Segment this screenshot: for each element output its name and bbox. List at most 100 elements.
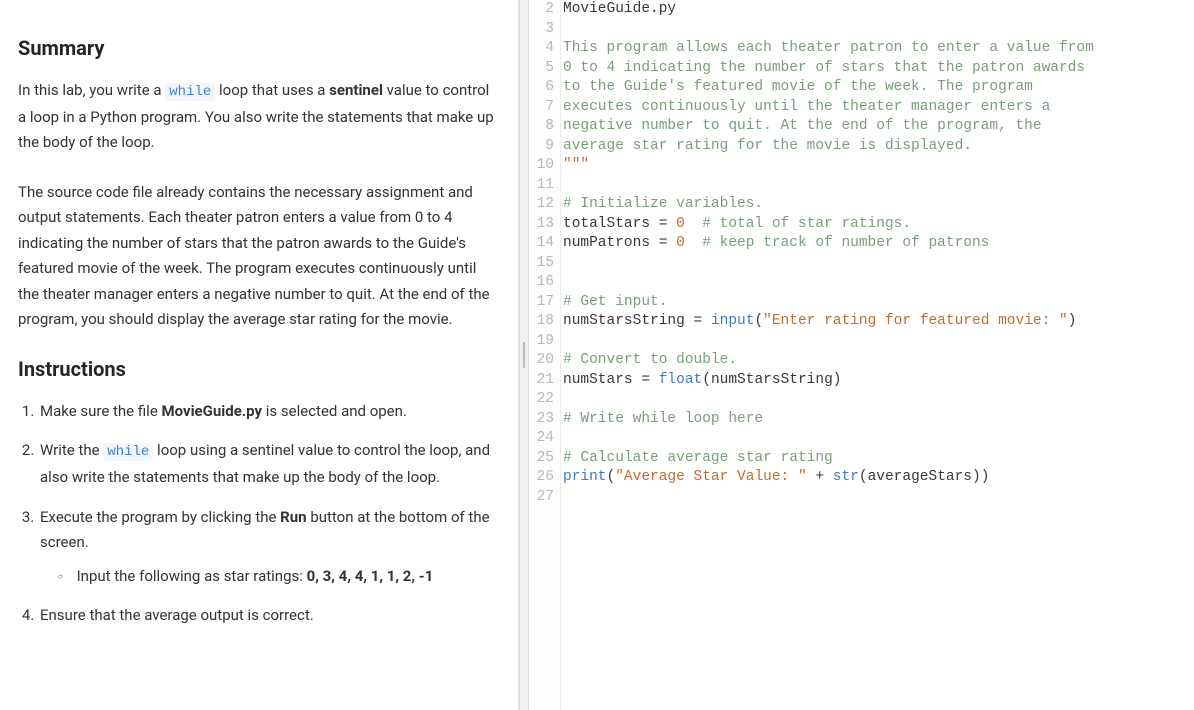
code-token: ( (702, 372, 711, 388)
line-number: 16 (529, 273, 554, 293)
code-token: This program allows each theater patron … (563, 40, 1094, 56)
code-token: input (711, 313, 755, 329)
code-line[interactable] (563, 429, 1194, 449)
summary-heading: Summary (18, 36, 498, 60)
code-token: str (833, 469, 859, 485)
panel-resize-handle[interactable] (519, 0, 529, 710)
code-token: = (659, 235, 676, 251)
code-token: print (563, 469, 607, 485)
code-token: # Calculate average star rating (563, 450, 833, 466)
code-token: numPatrons (563, 235, 659, 251)
code-content[interactable]: MovieGuide.py This program allows each t… (561, 0, 1194, 710)
code-token: + (807, 469, 833, 485)
code-token: "Enter rating for featured movie: " (763, 313, 1068, 329)
code-token: # Convert to double. (563, 352, 737, 368)
code-line[interactable]: average star rating for the movie is dis… (563, 137, 1194, 157)
code-token: ) (1068, 313, 1077, 329)
code-line[interactable] (563, 20, 1194, 40)
grip-icon (523, 342, 525, 368)
code-token: 0 to 4 indicating the number of stars th… (563, 60, 1085, 76)
sentinel-bold: sentinel (329, 81, 383, 99)
code-line[interactable]: # Calculate average star rating (563, 449, 1194, 469)
code-token: numStars (563, 372, 641, 388)
code-line[interactable]: negative number to quit. At the end of t… (563, 117, 1194, 137)
code-token: 0 (676, 235, 685, 251)
code-line[interactable]: # Write while loop here (563, 410, 1194, 430)
code-token (685, 216, 702, 232)
step1-filename: MovieGuide.py (162, 402, 263, 420)
code-token (685, 235, 702, 251)
line-number: 4 (529, 39, 554, 59)
step2-a: Write the (40, 441, 103, 459)
code-line[interactable]: # Get input. (563, 293, 1194, 313)
instruction-step-1: Make sure the file MovieGuide.py is sele… (38, 399, 498, 425)
line-number: 14 (529, 234, 554, 254)
line-number: 19 (529, 332, 554, 352)
code-line[interactable]: numPatrons = 0 # keep track of number of… (563, 234, 1194, 254)
code-token: averageStars (868, 469, 972, 485)
line-number: 23 (529, 410, 554, 430)
code-line[interactable]: totalStars = 0 # total of star ratings. (563, 215, 1194, 235)
code-line[interactable]: This program allows each theater patron … (563, 39, 1194, 59)
code-line[interactable] (563, 273, 1194, 293)
code-line[interactable]: print("Average Star Value: " + str(avera… (563, 468, 1194, 488)
line-number: 9 (529, 137, 554, 157)
code-line[interactable]: # Convert to double. (563, 351, 1194, 371)
step3-sub-ratings: 0, 3, 4, 4, 1, 1, 2, -1 (307, 567, 434, 585)
code-token: to the Guide's featured movie of the wee… (563, 79, 1033, 95)
code-line[interactable] (563, 176, 1194, 196)
line-number: 5 (529, 59, 554, 79)
code-token: numStarsString (711, 372, 833, 388)
step3-run-bold: Run (280, 508, 306, 526)
line-number: 24 (529, 429, 554, 449)
code-token: ( (754, 313, 763, 329)
p1-text-b: loop that uses a (215, 81, 329, 99)
code-line[interactable]: executes continuously until the theater … (563, 98, 1194, 118)
step1-b: is selected and open. (262, 402, 407, 420)
code-line[interactable]: numStars = float(numStarsString) (563, 371, 1194, 391)
step2-while-code: while (103, 443, 153, 461)
code-token: """ (563, 157, 589, 173)
code-token: # keep track of number of patrons (702, 235, 989, 251)
code-token: # total of star ratings. (702, 216, 911, 232)
line-number: 11 (529, 176, 554, 196)
code-line[interactable] (563, 390, 1194, 410)
code-token: = (641, 372, 658, 388)
code-token: 0 (676, 216, 685, 232)
code-line[interactable] (563, 254, 1194, 274)
line-number: 3 (529, 20, 554, 40)
p1-text-a: In this lab, you write a (18, 81, 165, 99)
line-number: 13 (529, 215, 554, 235)
code-line[interactable]: """ (563, 156, 1194, 176)
while-code-inline: while (165, 83, 215, 101)
code-line[interactable]: 0 to 4 indicating the number of stars th… (563, 59, 1194, 79)
code-token: )) (972, 469, 989, 485)
code-line[interactable]: MovieGuide.py (563, 0, 1194, 20)
instruction-step-3: Execute the program by clicking the Run … (38, 505, 498, 590)
code-token: numStarsString (563, 313, 694, 329)
line-number: 6 (529, 78, 554, 98)
code-line[interactable] (563, 332, 1194, 352)
code-line[interactable] (563, 488, 1194, 508)
code-token: # Get input. (563, 294, 667, 310)
code-editor[interactable]: 2345678910111213141516171819202122232425… (529, 0, 1194, 710)
instructions-heading: Instructions (18, 357, 498, 381)
line-number: 2 (529, 0, 554, 20)
instruction-step-4: Ensure that the average output is correc… (38, 603, 498, 629)
instructions-list: Make sure the file MovieGuide.py is sele… (18, 399, 498, 629)
line-number-gutter: 2345678910111213141516171819202122232425… (529, 0, 561, 710)
step1-a: Make sure the file (40, 402, 162, 420)
line-number: 22 (529, 390, 554, 410)
code-token: executes continuously until the theater … (563, 99, 1050, 115)
code-line[interactable]: to the Guide's featured movie of the wee… (563, 78, 1194, 98)
line-number: 26 (529, 468, 554, 488)
line-number: 7 (529, 98, 554, 118)
line-number: 12 (529, 195, 554, 215)
code-line[interactable]: numStarsString = input("Enter rating for… (563, 312, 1194, 332)
line-number: 17 (529, 293, 554, 313)
code-token: = (659, 216, 676, 232)
summary-paragraph-2: The source code file already contains th… (18, 180, 498, 333)
instructions-panel: Summary In this lab, you write a while l… (0, 0, 519, 710)
code-line[interactable]: # Initialize variables. (563, 195, 1194, 215)
step3-subitem: Input the following as star ratings: 0, … (58, 564, 498, 590)
